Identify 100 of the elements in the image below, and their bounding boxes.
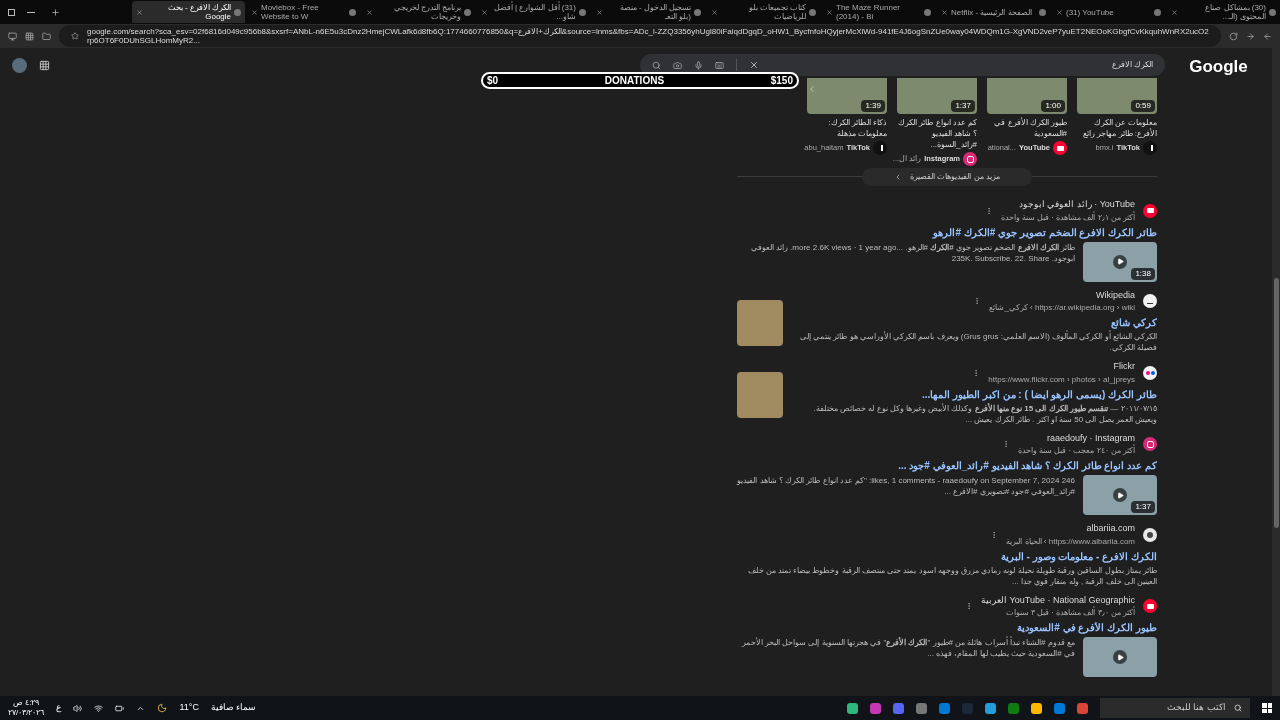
search-field[interactable]: الكرك الافرع	[640, 54, 1165, 76]
result-meta: https://www.albariia.com › الحياة البرية	[1006, 535, 1135, 548]
close-icon[interactable]	[596, 8, 603, 16]
taskbar-search-field[interactable]: اكتب هنا للبحث	[1100, 698, 1250, 718]
keyboard-icon[interactable]	[715, 60, 724, 70]
browser-tab[interactable]: الكرك الافرع - بحث Google	[132, 1, 245, 23]
browser-tab[interactable]: Netflix - الصفحة الرئيسية	[937, 1, 1050, 23]
wifi-icon[interactable]	[94, 703, 104, 713]
tab-title: الكرك الافرع - بحث Google	[166, 3, 231, 21]
video-title: معلومات عن الكرك الأفرع: طائر مهاجر رائع	[1082, 117, 1157, 139]
tab-favicon-icon	[924, 8, 931, 16]
search-query: الكرك الافرع	[1110, 59, 1153, 71]
result-source: raaedoufy · Instagram	[1045, 431, 1135, 444]
browser-tab[interactable]: The Maze Runner (2014) - Bi	[822, 1, 935, 23]
forward-icon[interactable]	[1246, 31, 1255, 41]
weather-temp: 11°C	[179, 701, 199, 715]
tab-favicon-icon	[809, 8, 816, 16]
close-icon[interactable]	[481, 8, 488, 16]
result-meta: https://ar.wikipedia.org › wiki › كركي_شائع	[989, 302, 1135, 314]
back-icon[interactable]	[1263, 31, 1272, 41]
apps-icon[interactable]	[25, 31, 34, 41]
result-title[interactable]: كم عدد انواع طائر الكرك ؟ شاهد الفيديو #رائد_العوفي #جود ...	[737, 458, 1157, 473]
result-source: YouTube · رائد العوفي ابوجود	[1017, 198, 1135, 211]
result-title[interactable]: طيور الكرك الأفرع في #السعودية	[737, 620, 1157, 635]
folder-icon[interactable]	[42, 31, 51, 41]
close-icon[interactable]	[1171, 8, 1178, 16]
close-icon[interactable]	[711, 8, 718, 16]
tab-title: كتاب تجميعات بلو للرياضيات	[747, 3, 806, 21]
photo-placeholder	[737, 371, 783, 418]
taskbar-app-icon[interactable]	[1031, 702, 1042, 714]
video-thumbnail[interactable]	[1083, 637, 1157, 677]
close-icon[interactable]	[826, 8, 833, 16]
close-icon[interactable]	[366, 8, 373, 16]
result-meta: أكثر من ٢٫١ ألف مشاهدة · قبل سنة واحدة	[1000, 211, 1135, 224]
weather-text: سماء صافية	[210, 701, 257, 715]
result-snippet: الكركي الشائع أو الكركي المألوف (الاسم العلمي: Grus grus) ويعرف باسم الكركي الأوراسي هو طائر ينتمي إلى فصيلة الكركي.	[798, 331, 1157, 353]
close-icon[interactable]	[251, 8, 258, 16]
video-thumbnail[interactable]: 1:38	[1083, 241, 1157, 282]
result-source: albariia.com	[1085, 522, 1135, 535]
new-tab-icon[interactable]	[51, 7, 60, 17]
result-title[interactable]: الكرك الافرع - معلومات وصور - البرية	[737, 548, 1157, 564]
google-logo[interactable]: Google	[1189, 54, 1248, 696]
result-meta: https://www.flickr.com › photos › al_jpreys	[988, 373, 1135, 386]
donation-max: $150	[770, 74, 793, 87]
taskbar-app-icon[interactable]	[847, 702, 858, 714]
minimize-icon[interactable]	[27, 11, 35, 13]
browser-tab[interactable]: كتاب تجميعات بلو للرياضيات	[707, 1, 820, 23]
language-indicator[interactable]: ع	[56, 701, 62, 715]
close-icon[interactable]	[941, 8, 948, 16]
search-icon[interactable]	[652, 60, 661, 70]
close-icon[interactable]	[136, 8, 143, 16]
restore-icon[interactable]	[8, 8, 15, 16]
browser-tab[interactable]: (31) YouTube	[1052, 1, 1165, 23]
tab-favicon-icon	[579, 8, 586, 16]
result-source: Flickr	[1112, 360, 1135, 373]
video-title: كم عدد انواع طائر الكرك ؟ شاهد الفيديو #رائد_السوة...	[897, 117, 977, 150]
donation-min: $0	[487, 74, 499, 87]
reload-icon[interactable]	[1229, 31, 1238, 41]
star-icon[interactable]	[71, 32, 79, 40]
weather-icon	[157, 703, 168, 713]
result-snippet: طائر الكرك الافرع الضخم تصوير جوي #الكرك #الرهو. ...more 2.6K views · 1 year ago. رائد العوفي ابوجود. 235K. Subscribe. 22. Share	[749, 241, 1075, 265]
tab-title: Moviebox - Free Website to W	[261, 3, 320, 21]
window-icon[interactable]	[8, 31, 17, 41]
more-videos-button[interactable]: مزيد من الفيديوهات القصيرة	[862, 168, 1032, 186]
tab-favicon-icon	[694, 8, 701, 16]
video-duration: 1:38	[1131, 267, 1155, 280]
site-icon	[1143, 365, 1157, 380]
photo-placeholder	[737, 300, 783, 346]
result-title[interactable]: طائر الكرك (يسمى الرهو ايضا ) : من اكبر الطيور المها...	[791, 386, 1157, 402]
browser-tab[interactable]: Moviebox - Free Website to W	[247, 1, 360, 23]
avatar-icon[interactable]	[12, 58, 27, 73]
browser-tab[interactable]: (31) أقل الشوارع | أفضل شاو...	[477, 1, 590, 23]
site-icon	[873, 141, 887, 155]
battery-icon[interactable]	[115, 703, 125, 713]
browser-tab[interactable]: برنامج التدرج لخريجي وخريجات	[362, 1, 475, 23]
result-snippet: ٢٠١١/٠٧/١٥ — تنقسم طيور الكرك الى 15 نوع منها الأفرع وكذلك الأبيض وغيرها وكل نوع له خصائص مختلفة. ويعيش العمر يصل الى 50 سنة او اكثر . طائر الكرك يعيش ...	[812, 402, 1157, 425]
start-icon[interactable]	[1262, 703, 1272, 713]
result-title[interactable]: كركي شائع	[791, 315, 1157, 330]
close-icon[interactable]	[749, 60, 759, 70]
video-duration: 1:37	[1131, 501, 1155, 513]
tab-title: (31) YouTube	[1066, 7, 1115, 17]
taskbar-app-icon[interactable]	[985, 702, 996, 714]
tab-title: (30) بمشاكل صناع المحتوى (الـ...	[1204, 3, 1266, 21]
address-bar[interactable]	[59, 25, 1221, 47]
site-icon	[1143, 141, 1157, 155]
video-thumbnail[interactable]: 1:37	[1083, 475, 1157, 515]
clock-date: ٢٧/٠٣/٢٠٢٦	[8, 708, 45, 718]
camera-icon[interactable]	[673, 60, 682, 70]
tab-favicon-icon	[234, 8, 241, 16]
result-title[interactable]: طائر الكرك الافرع الضخم تصوير جوي #الكرك #الرهو	[737, 224, 1157, 240]
volume-icon[interactable]	[73, 703, 83, 713]
browser-tab[interactable]: تسجيل الدخول - منصة (بلو التعـ	[592, 1, 705, 23]
mic-icon[interactable]	[694, 60, 703, 70]
result-meta: أكثر من ٢٤٠ معجب · قبل سنة واحدة	[1017, 445, 1135, 457]
site-icon	[1053, 141, 1067, 155]
close-icon[interactable]	[1056, 8, 1063, 16]
apps-grid-icon[interactable]	[39, 60, 50, 71]
browser-tab[interactable]: (30) بمشاكل صناع المحتوى (الـ...	[1167, 1, 1280, 23]
scrollbar[interactable]	[1272, 48, 1280, 696]
tab-title: The Maze Runner (2014) - Bi	[836, 3, 902, 21]
